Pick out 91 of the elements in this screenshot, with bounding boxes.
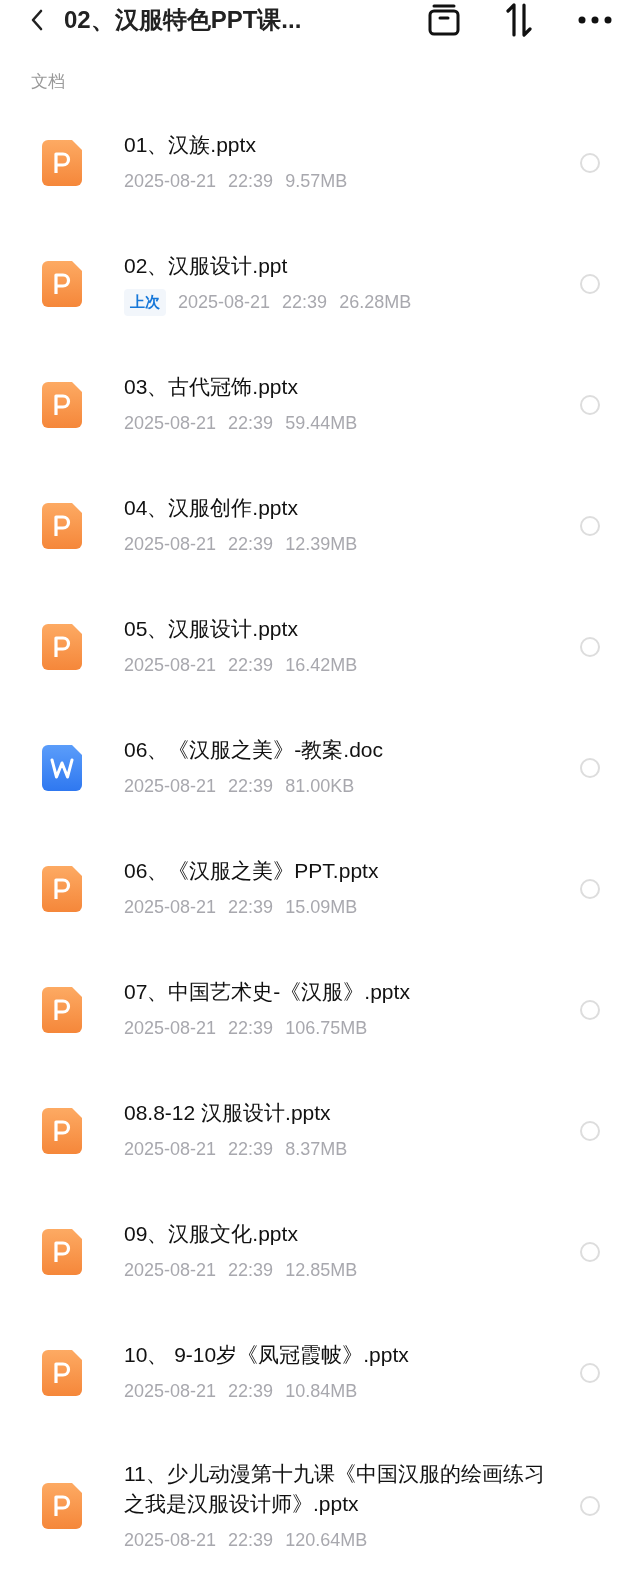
file-time: 22:39 bbox=[228, 896, 274, 919]
file-name: 05、汉服设计.pptx bbox=[124, 616, 299, 642]
file-time: 22:39 bbox=[228, 1380, 274, 1403]
select-radio[interactable] bbox=[580, 636, 600, 657]
file-time: 22:39 bbox=[228, 1259, 274, 1282]
file-row[interactable]: 08.8-12 汉服设计.pptx 2025-08-21 22:39 8.37MB bbox=[0, 1070, 640, 1191]
file-row[interactable]: 11、少儿动漫第十九课《中国汉服的绘画练习之我是汉服设计师》.pptx 2025-08-21 22:39 120.64MB bbox=[0, 1433, 640, 1579]
select-radio[interactable] bbox=[580, 515, 600, 536]
file-row[interactable]: 05、汉服设计.pptx 2025-08-21 22:39 16.42MB bbox=[0, 586, 640, 707]
file-size: 26.28MB bbox=[339, 291, 412, 314]
select-radio[interactable] bbox=[580, 394, 600, 415]
file-name: 08.8-12 汉服设计.pptx bbox=[124, 1100, 332, 1126]
file-size: 12.85MB bbox=[285, 1259, 358, 1282]
file-date: 2025-08-21 bbox=[124, 896, 217, 919]
file-size: 16.42MB bbox=[285, 654, 358, 677]
file-name: 06、《汉服之美》PPT.pptx bbox=[124, 858, 380, 884]
select-radio[interactable] bbox=[580, 757, 600, 778]
file-name: 10、 9-10岁《凤冠霞帔》.pptx bbox=[124, 1342, 410, 1368]
file-name: 01、汉族.pptx bbox=[124, 132, 257, 158]
document-file-icon bbox=[42, 744, 82, 791]
presentation-file-icon bbox=[42, 986, 82, 1033]
back-icon[interactable] bbox=[30, 9, 44, 31]
page-title: 02、汉服特色PPT课... bbox=[64, 5, 302, 35]
file-name: 04、汉服创作.pptx bbox=[124, 495, 299, 521]
file-date: 2025-08-21 bbox=[124, 1017, 217, 1040]
file-name: 09、汉服文化.pptx bbox=[124, 1221, 299, 1247]
presentation-file-icon bbox=[42, 865, 82, 912]
select-radio[interactable] bbox=[580, 999, 600, 1020]
file-row[interactable]: 06、《汉服之美》PPT.pptx 2025-08-21 22:39 15.09MB bbox=[0, 828, 640, 949]
file-date: 2025-08-21 bbox=[124, 654, 217, 677]
sort-icon[interactable] bbox=[504, 3, 534, 37]
file-name: 07、中国艺术史-《汉服》.pptx bbox=[124, 979, 411, 1005]
file-size: 10.84MB bbox=[285, 1380, 358, 1403]
file-time: 22:39 bbox=[228, 412, 274, 435]
presentation-file-icon bbox=[42, 260, 82, 307]
presentation-file-icon bbox=[42, 1107, 82, 1154]
last-opened-tag: 上次 bbox=[124, 289, 166, 316]
select-radio[interactable] bbox=[580, 1496, 600, 1516]
file-time: 22:39 bbox=[228, 170, 274, 193]
select-radio[interactable] bbox=[580, 878, 600, 899]
file-name: 06、《汉服之美》-教案.doc bbox=[124, 737, 385, 763]
file-size: 81.00KB bbox=[285, 775, 355, 798]
select-radio[interactable] bbox=[580, 1120, 600, 1141]
archive-box-icon[interactable] bbox=[428, 4, 460, 36]
file-row[interactable]: 02、汉服设计.ppt 上次 2025-08-21 22:39 26.28MB bbox=[0, 223, 640, 344]
file-date: 2025-08-21 bbox=[178, 291, 271, 314]
file-row[interactable]: 01、汉族.pptx 2025-08-21 22:39 9.57MB bbox=[0, 102, 640, 223]
file-size: 8.37MB bbox=[285, 1138, 348, 1161]
file-time: 22:39 bbox=[228, 1017, 274, 1040]
presentation-file-icon bbox=[42, 623, 82, 670]
presentation-file-icon bbox=[42, 381, 82, 428]
file-row[interactable]: 04、汉服创作.pptx 2025-08-21 22:39 12.39MB bbox=[0, 465, 640, 586]
file-row[interactable]: 09、汉服文化.pptx 2025-08-21 22:39 12.85MB bbox=[0, 1191, 640, 1312]
file-size: 59.44MB bbox=[285, 412, 358, 435]
file-time: 22:39 bbox=[228, 1138, 274, 1161]
presentation-file-icon bbox=[42, 1349, 82, 1396]
file-time: 22:39 bbox=[228, 775, 274, 798]
presentation-file-icon bbox=[42, 502, 82, 549]
presentation-file-icon bbox=[42, 1228, 82, 1275]
file-name: 11、少儿动漫第十九课《中国汉服的绘画练习之我是汉服设计师》.pptx bbox=[124, 1460, 546, 1517]
select-radio[interactable] bbox=[580, 1241, 600, 1262]
select-radio[interactable] bbox=[580, 152, 600, 173]
file-row[interactable]: 06、《汉服之美》-教案.doc 2025-08-21 22:39 81.00KB bbox=[0, 707, 640, 828]
more-icon[interactable] bbox=[578, 16, 612, 24]
file-size: 106.75MB bbox=[285, 1017, 368, 1040]
file-date: 2025-08-21 bbox=[124, 533, 217, 556]
select-radio[interactable] bbox=[580, 1362, 600, 1383]
file-date: 2025-08-21 bbox=[124, 1138, 217, 1161]
file-row[interactable]: 10、 9-10岁《凤冠霞帔》.pptx 2025-08-21 22:39 10.84MB bbox=[0, 1312, 640, 1433]
file-size: 15.09MB bbox=[285, 896, 358, 919]
file-row[interactable]: 07、中国艺术史-《汉服》.pptx 2025-08-21 22:39 106.75MB bbox=[0, 949, 640, 1070]
file-time: 22:39 bbox=[282, 291, 328, 314]
file-date: 2025-08-21 bbox=[124, 1528, 217, 1552]
select-radio[interactable] bbox=[580, 273, 600, 294]
file-date: 2025-08-21 bbox=[124, 1380, 217, 1403]
file-time: 22:39 bbox=[228, 533, 274, 556]
file-date: 2025-08-21 bbox=[124, 412, 217, 435]
file-name: 02、汉服设计.ppt bbox=[124, 253, 289, 279]
presentation-file-icon bbox=[42, 1483, 82, 1529]
file-date: 2025-08-21 bbox=[124, 1259, 217, 1282]
file-row[interactable]: 03、古代冠饰.pptx 2025-08-21 22:39 59.44MB bbox=[0, 344, 640, 465]
file-size: 120.64MB bbox=[285, 1528, 368, 1552]
section-label: 文档 bbox=[31, 71, 65, 94]
file-size: 9.57MB bbox=[285, 170, 348, 193]
file-date: 2025-08-21 bbox=[124, 775, 217, 798]
presentation-file-icon bbox=[42, 139, 82, 186]
file-time: 22:39 bbox=[228, 654, 274, 677]
file-date: 2025-08-21 bbox=[124, 170, 217, 193]
file-time: 22:39 bbox=[228, 1528, 274, 1552]
file-size: 12.39MB bbox=[285, 533, 358, 556]
file-name: 03、古代冠饰.pptx bbox=[124, 374, 299, 400]
